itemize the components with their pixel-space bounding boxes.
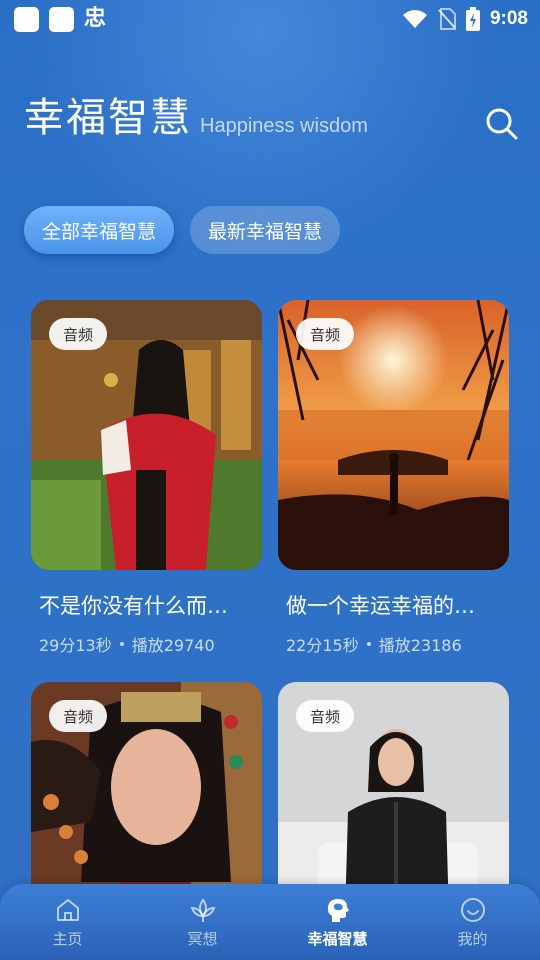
category-tabs: 全部幸福智慧 最新幸福智慧 <box>24 206 341 254</box>
separator-dot <box>119 642 124 646</box>
status-bar: 忠 9:08 <box>0 0 540 38</box>
tab-all-wisdom[interactable]: 全部幸福智慧 <box>24 206 175 254</box>
nav-wisdom-label: 幸福智慧 <box>307 929 368 948</box>
card-plays: 播放23186 <box>378 636 462 655</box>
audio-badge: 音频 <box>296 700 355 732</box>
card-thumbnail[interactable]: 音频 <box>31 300 262 570</box>
app-notification-icon: 忠 <box>84 6 107 31</box>
nav-meditation-label: 冥想 <box>187 929 218 948</box>
card-title[interactable]: 做一个幸运幸福的… <box>278 590 493 620</box>
card-duration: 29分13秒 <box>39 636 112 655</box>
nav-mine[interactable]: 我的 <box>423 896 523 949</box>
card-duration: 22分15秒 <box>286 636 359 655</box>
nav-home[interactable]: 主页 <box>18 896 118 949</box>
card-meta: 29分13秒 播放29740 <box>31 632 262 656</box>
home-icon <box>56 898 79 921</box>
smiley-icon <box>460 897 485 922</box>
status-left: 忠 <box>14 6 107 32</box>
card-title[interactable]: 不是你没有什么而… <box>31 590 246 620</box>
no-sim-icon <box>438 8 456 30</box>
audio-badge: 音频 <box>296 318 355 350</box>
card-meta: 22分15秒 播放23186 <box>278 632 509 656</box>
card-thumbnail[interactable]: 音频 <box>278 300 509 570</box>
bottom-nav: 主页 冥想 幸福智慧 我的 <box>0 884 540 960</box>
notification-icon <box>49 6 74 32</box>
page-subtitle: Happiness wisdom <box>200 115 368 137</box>
wifi-icon <box>402 10 427 28</box>
notification-icon <box>14 6 39 32</box>
audio-card[interactable]: 音频 不是你没有什么而… 29分13秒 播放29740 <box>31 300 262 656</box>
audio-badge: 音频 <box>49 318 108 350</box>
page-header: 幸福智慧 Happiness wisdom <box>24 98 368 138</box>
search-button[interactable] <box>484 106 520 142</box>
nav-meditation[interactable]: 冥想 <box>153 896 253 949</box>
nav-wisdom[interactable]: 幸福智慧 <box>288 896 388 949</box>
battery-icon <box>465 7 480 31</box>
separator-dot <box>366 642 371 646</box>
status-right: 9:08 <box>402 7 528 31</box>
head-brain-icon <box>327 898 349 922</box>
card-plays: 播放29740 <box>131 636 215 655</box>
audio-badge: 音频 <box>49 700 108 732</box>
tab-latest-wisdom[interactable]: 最新幸福智慧 <box>190 206 341 254</box>
lotus-icon <box>190 897 215 922</box>
background-glow <box>0 0 540 300</box>
audio-card[interactable]: 音频 做一个幸运幸福的… 22分15秒 播放23186 <box>278 300 509 656</box>
nav-home-label: 主页 <box>52 929 83 948</box>
nav-mine-label: 我的 <box>457 929 488 948</box>
search-icon <box>486 108 518 140</box>
clock: 9:08 <box>489 8 528 29</box>
page-title: 幸福智慧 <box>24 95 192 141</box>
